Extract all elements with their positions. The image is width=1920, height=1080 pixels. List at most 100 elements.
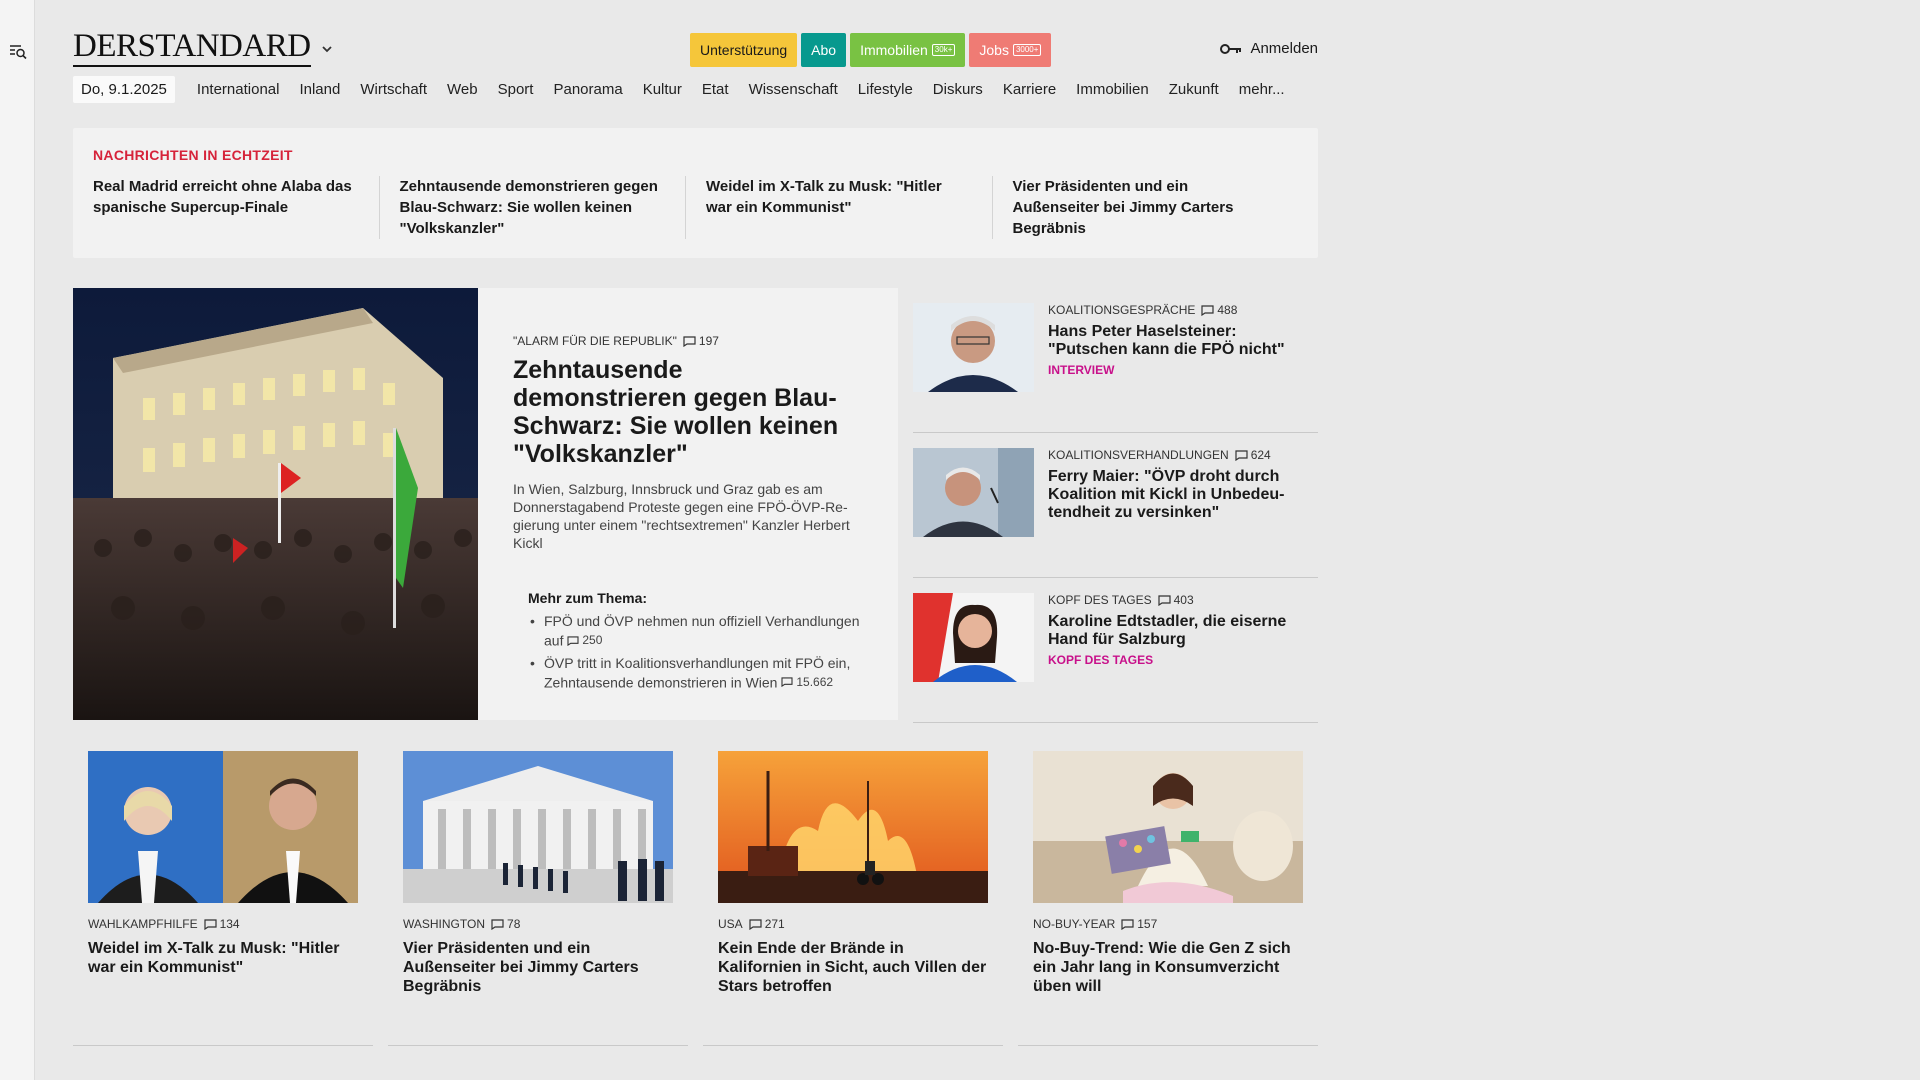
side-comment-count[interactable]: 624 bbox=[1235, 448, 1271, 462]
teaser-image[interactable] bbox=[403, 751, 673, 903]
nav-inland[interactable]: Inland bbox=[289, 81, 350, 98]
left-rail bbox=[0, 0, 35, 1080]
related-link[interactable]: FPÖ und ÖVP nehmen nun offiziell Verhand… bbox=[528, 612, 863, 651]
nav-karriere[interactable]: Karriere bbox=[993, 81, 1066, 98]
teaser-comment-number: 157 bbox=[1137, 917, 1158, 931]
teaser-image[interactable] bbox=[718, 751, 988, 903]
nav-more[interactable]: mehr... bbox=[1229, 81, 1295, 98]
teaser-kicker: No-Buy-Year 157 bbox=[1033, 917, 1303, 931]
related-comment-count: 15.662 bbox=[781, 673, 833, 692]
section-nav: Do, 9.1.2025 International Inland Wirtsc… bbox=[73, 76, 1295, 103]
teaser-image[interactable] bbox=[88, 751, 358, 903]
side-comment-number: 403 bbox=[1173, 593, 1194, 607]
teaser-comment-number: 134 bbox=[219, 917, 240, 931]
side-story-image[interactable] bbox=[913, 303, 1034, 392]
side-story-image[interactable] bbox=[913, 593, 1034, 682]
nav-kultur[interactable]: Kultur bbox=[633, 81, 692, 98]
more-on-topic-label: Mehr zum Thema: bbox=[528, 590, 648, 606]
nav-diskurs[interactable]: Diskurs bbox=[923, 81, 993, 98]
lead-kicker: "Alarm für die Republik" 197 bbox=[513, 334, 863, 348]
nav-wissenschaft[interactable]: Wissenschaft bbox=[739, 81, 848, 98]
ticker-item[interactable]: Real Madrid erreicht ohne Alaba das span… bbox=[93, 176, 379, 239]
lead-kicker-text: "Alarm für die Republik" bbox=[513, 334, 677, 348]
support-label: Unterstützung bbox=[700, 42, 788, 58]
related-list: FPÖ und ÖVP nehmen nun offiziell Verhand… bbox=[528, 612, 863, 692]
header-pills: Unterstützung Abo Immobilien 30k+ Jobs 300… bbox=[690, 33, 1052, 67]
teaser-title[interactable]: No-Buy-Trend: Wie die Gen Z sich ein Jah… bbox=[1033, 939, 1303, 996]
nav-etat[interactable]: Etat bbox=[692, 81, 739, 98]
teaser-title[interactable]: Vier Präsidenten und ein Außenseiter bei… bbox=[403, 939, 673, 996]
side-story: Koalitionsverhandlungen 624 Ferry Maier:… bbox=[913, 433, 1318, 578]
side-story: Kopf des Tages 403 Karoline Edtstadler, … bbox=[913, 578, 1318, 723]
teaser-comment-number: 78 bbox=[507, 917, 521, 931]
comment-icon bbox=[203, 918, 217, 930]
side-comment-count[interactable]: 403 bbox=[1157, 593, 1194, 607]
nav-wirtschaft[interactable]: Wirtschaft bbox=[350, 81, 437, 98]
nav-sport[interactable]: Sport bbox=[488, 81, 544, 98]
side-kicker: Koalitionsverhandlungen 624 bbox=[1048, 448, 1288, 462]
teaser-kicker-text: Wahlkampfhilfe bbox=[88, 917, 198, 931]
nav-international[interactable]: International bbox=[187, 81, 290, 98]
date-chip: Do, 9.1.2025 bbox=[73, 76, 175, 103]
nav-immobilien[interactable]: Immobilien bbox=[1066, 81, 1159, 98]
teaser-comment-count[interactable]: 134 bbox=[203, 917, 240, 931]
side-comment-number: 488 bbox=[1217, 303, 1238, 317]
site-logo[interactable]: DERSTANDARD bbox=[73, 30, 311, 67]
nav-web[interactable]: Web bbox=[437, 81, 488, 98]
teaser-title[interactable]: Weidel im X-Talk zu Musk: "Hitler war ei… bbox=[88, 939, 358, 977]
teaser-comment-count[interactable]: 271 bbox=[749, 917, 785, 931]
teaser-image[interactable] bbox=[1033, 751, 1303, 903]
nav-panorama[interactable]: Panorama bbox=[543, 81, 632, 98]
jobs-button[interactable]: Jobs 3000+ bbox=[969, 33, 1052, 67]
chevron-down-icon[interactable] bbox=[320, 42, 334, 56]
teaser-card: USA 271 Kein Ende der Brände in Kaliforn… bbox=[718, 751, 988, 996]
immobilien-count-badge: 30k+ bbox=[931, 44, 956, 56]
side-tag: Kopf des Tages bbox=[1048, 653, 1154, 667]
abo-button[interactable]: Abo bbox=[801, 33, 847, 67]
side-comment-count[interactable]: 488 bbox=[1201, 303, 1237, 317]
lead-story: "Alarm für die Republik" 197 Zehntausend… bbox=[73, 288, 898, 720]
comment-icon bbox=[567, 635, 579, 646]
lead-image[interactable] bbox=[73, 288, 478, 720]
immobilien-label: Immobilien bbox=[860, 42, 928, 58]
side-kicker-text: Koalitionsverhandlungen bbox=[1048, 448, 1229, 462]
comment-icon bbox=[781, 677, 793, 687]
teaser-card: Washington 78 Vier Präsidenten und ein A… bbox=[403, 751, 673, 996]
related-link[interactable]: ÖVP tritt in Koalitionsverhandlungen mit… bbox=[528, 654, 863, 693]
comment-icon bbox=[1201, 304, 1214, 316]
immobilien-button[interactable]: Immobilien 30k+ bbox=[850, 33, 966, 67]
login-button[interactable]: Anmelden bbox=[1220, 40, 1318, 57]
side-story: Koalitionsgespräche 488 Hans Peter Hasel… bbox=[913, 288, 1318, 433]
teaser-kicker-text: No-Buy-Year bbox=[1033, 917, 1116, 931]
teaser-comment-count[interactable]: 157 bbox=[1121, 917, 1157, 931]
lead-title[interactable]: Zehntausende demonstrieren gegen Blau-Sc… bbox=[513, 356, 863, 468]
nav-lifestyle[interactable]: Lifestyle bbox=[848, 81, 923, 98]
related-comment-number: 15.662 bbox=[796, 674, 834, 689]
comment-icon bbox=[1157, 594, 1171, 606]
side-title[interactable]: Hans Peter Haselsteiner: "Putschen kann … bbox=[1048, 323, 1288, 359]
side-comment-number: 624 bbox=[1250, 448, 1271, 462]
teaser-kicker: Washington 78 bbox=[403, 917, 673, 931]
side-title[interactable]: Ferry Maier: "ÖVP droht durch Koalition … bbox=[1048, 468, 1288, 522]
ticker-label: NACHRICHTEN IN ECHTZEIT bbox=[93, 147, 293, 163]
side-title[interactable]: Karoline Edtstadler, die eiserne Hand fü… bbox=[1048, 613, 1288, 649]
teaser-kicker-text: USA bbox=[718, 917, 743, 931]
teaser-kicker-text: Washington bbox=[403, 917, 486, 931]
lead-comment-number: 197 bbox=[698, 334, 719, 348]
comment-icon bbox=[491, 918, 504, 930]
comment-icon bbox=[749, 918, 762, 930]
teaser-card: Wahlkampfhilfe 134 Weidel im X-Talk zu M… bbox=[88, 751, 358, 977]
nav-zukunft[interactable]: Zukunft bbox=[1159, 81, 1229, 98]
lead-teaser: In Wien, Salzburg, Innsbruck und Graz ga… bbox=[513, 481, 850, 551]
menu-search-icon[interactable] bbox=[9, 43, 27, 61]
ticker-item[interactable]: Vier Präsidenten und ein Außenseiter bei… bbox=[991, 176, 1299, 239]
lead-comment-count[interactable]: 197 bbox=[683, 334, 719, 348]
ticker-item[interactable]: Weidel im X-Talk zu Musk: "Hitler war ei… bbox=[685, 176, 992, 239]
teaser-title[interactable]: Kein Ende der Brände in Kalifornien in S… bbox=[718, 939, 988, 996]
ticker-item[interactable]: Zehntausende demonstrieren gegen Blau-Sc… bbox=[378, 176, 686, 239]
jobs-count-badge: 3000+ bbox=[1012, 44, 1042, 56]
teaser-comment-count[interactable]: 78 bbox=[491, 917, 520, 931]
news-ticker: NACHRICHTEN IN ECHTZEIT Real Madrid erre… bbox=[73, 128, 1318, 258]
support-button[interactable]: Unterstützung bbox=[690, 33, 798, 67]
side-story-image[interactable] bbox=[913, 448, 1034, 537]
